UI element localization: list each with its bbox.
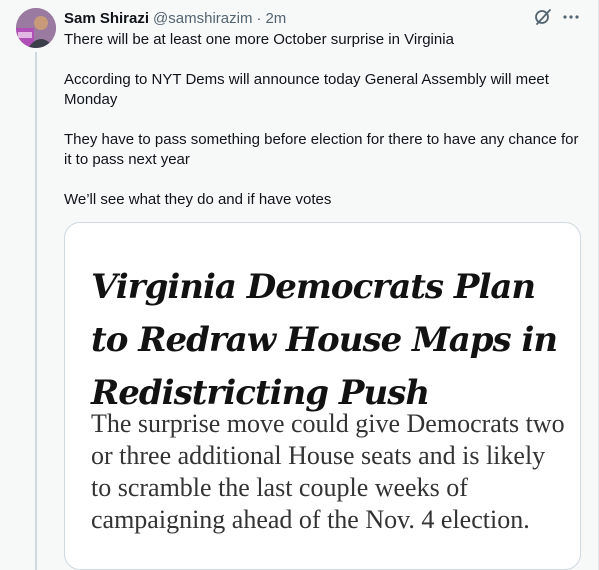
tweet-paragraph: According to NYT Dems will announce toda… [64,71,549,108]
card-subhead: The surprise move could give Democrats t… [91,409,565,534]
tweet-paragraph: There will be at least one more October … [64,31,454,48]
author-name[interactable]: Sam Shirazi [64,9,149,29]
avatar[interactable] [16,8,56,48]
tweet-header: Sam Shirazi @samshirazim · 2m [64,9,578,29]
card-headline: Virginia Democrats Plan to Redraw House … [91,267,558,413]
link-card[interactable]: Virginia Democrats Plan to Redraw House … [64,222,581,570]
tweet-paragraph: They have to pass something before elect… [64,131,579,168]
author-handle[interactable]: @samshirazim [153,9,252,29]
grok-icon[interactable] [534,8,552,26]
tweet-paragraph: We’ll see what they do and if have votes [64,191,332,208]
tweet-text: There will be at least one more October … [64,30,584,230]
timestamp[interactable]: 2m [265,9,286,29]
thread-line [35,52,37,570]
tweet-actions [534,8,580,26]
more-icon[interactable] [562,8,580,26]
tweet[interactable]: Sam Shirazi @samshirazim · 2m There will… [0,0,599,570]
separator-dot: · [256,10,262,27]
